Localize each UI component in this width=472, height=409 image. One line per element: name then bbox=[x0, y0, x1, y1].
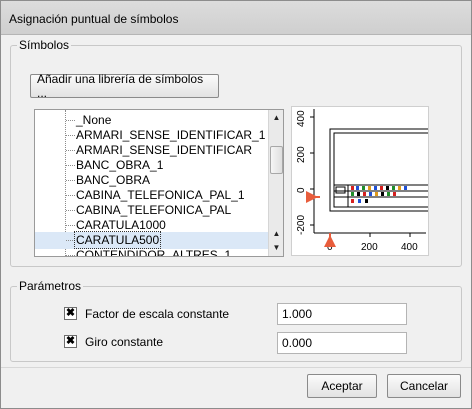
preview-y-tick-label: 0 bbox=[296, 187, 307, 193]
symbol-list-item-label: ARMARI_SENSE_IDENTIFICAR_1 bbox=[76, 128, 266, 142]
scroll-down-arrow-icon[interactable]: ▼ bbox=[270, 241, 283, 254]
origin-marker-y-icon bbox=[306, 191, 320, 203]
footer-divider bbox=[1, 367, 471, 368]
tree-vertical-scrollbar[interactable]: ▲ ▲ ▼ bbox=[268, 110, 283, 256]
accept-button[interactable]: Aceptar bbox=[307, 374, 377, 398]
symbol-list-item-label: ARMARI_SENSE_IDENTIFICAR bbox=[76, 143, 253, 157]
constant-scale-label: Factor de escala constante bbox=[85, 307, 230, 321]
origin-marker-x-icon bbox=[324, 233, 336, 247]
tree-branch-line bbox=[66, 135, 75, 136]
cancel-button[interactable]: Cancelar bbox=[387, 374, 461, 398]
constant-rotation-checkbox[interactable]: ✖ bbox=[64, 335, 77, 348]
symbols-group-label: Símbolos bbox=[17, 38, 72, 52]
constant-scale-checkbox[interactable]: ✖ bbox=[64, 307, 77, 320]
preview-y-tick-label: 200 bbox=[296, 146, 307, 163]
tree-branch-line bbox=[66, 150, 75, 151]
title-bar[interactable]: Asignación puntual de símbolos bbox=[1, 1, 471, 35]
symbol-list-item-label: _None bbox=[76, 113, 112, 127]
caratula-symbol-drawing bbox=[329, 128, 435, 212]
scroll-up-arrow-icon[interactable]: ▲ bbox=[270, 111, 283, 124]
scroll-down-arrow-icon[interactable]: ▲ bbox=[270, 227, 283, 240]
symbol-list-item-label: CABINA_TELEFONICA_PAL_1 bbox=[76, 188, 245, 202]
symbol-list-item-label: CONTENDIDOR_ALTRES_1 bbox=[76, 248, 232, 257]
params-group-label: Parámetros bbox=[17, 279, 84, 293]
tree-branch-line bbox=[66, 165, 75, 166]
rotation-input[interactable] bbox=[277, 332, 407, 354]
symbol-list-item-label: CARATULA1000 bbox=[76, 218, 166, 232]
tree-branch-line bbox=[66, 195, 75, 196]
preview-y-tick-marks bbox=[310, 116, 314, 226]
dialog-window: Asignación puntual de símbolos Símbolos … bbox=[0, 0, 472, 409]
tree-branch-line bbox=[66, 120, 75, 121]
symbol-list-item-label: CARATULA500 bbox=[73, 231, 162, 249]
scale-factor-input[interactable] bbox=[277, 303, 407, 325]
preview-y-tick-label: -200 bbox=[296, 215, 307, 235]
preview-x-tick-label: 200 bbox=[361, 242, 378, 253]
symbol-list-item-label: BANC_OBRA_1 bbox=[76, 158, 164, 172]
symbol-list-item[interactable]: CONTENDIDOR_ALTRES_1 bbox=[35, 247, 269, 257]
scroll-thumb[interactable] bbox=[270, 146, 283, 174]
tree-branch-line bbox=[66, 180, 75, 181]
symbol-list-item-label: CABINA_TELEFONICA_PAL bbox=[76, 203, 232, 217]
symbol-tree-list[interactable]: _None ARMARI_SENSE_IDENTIFICAR_1 ARMARI_SE… bbox=[34, 109, 284, 257]
tree-branch-line bbox=[66, 210, 75, 211]
add-symbol-library-button[interactable]: Añadir una librería de símbolos ... bbox=[30, 72, 219, 100]
constant-rotation-label: Giro constante bbox=[85, 335, 164, 349]
tree-branch-line bbox=[66, 225, 75, 226]
tree-branch-line bbox=[66, 240, 75, 241]
tree-branch-line bbox=[66, 255, 75, 256]
preview-x-tick-label: 400 bbox=[401, 242, 418, 253]
symbol-preview-plot: 400 200 0 -200 0 200 400 bbox=[296, 109, 435, 253]
window-title: Asignación puntual de símbolos bbox=[9, 12, 179, 26]
symbol-list-item-label: BANC_OBRA bbox=[76, 173, 151, 187]
preview-y-tick-label: 400 bbox=[296, 110, 307, 127]
preview-x-tick-marks bbox=[329, 233, 411, 237]
symbol-preview-canvas: 400 200 0 -200 0 200 400 bbox=[291, 106, 435, 256]
